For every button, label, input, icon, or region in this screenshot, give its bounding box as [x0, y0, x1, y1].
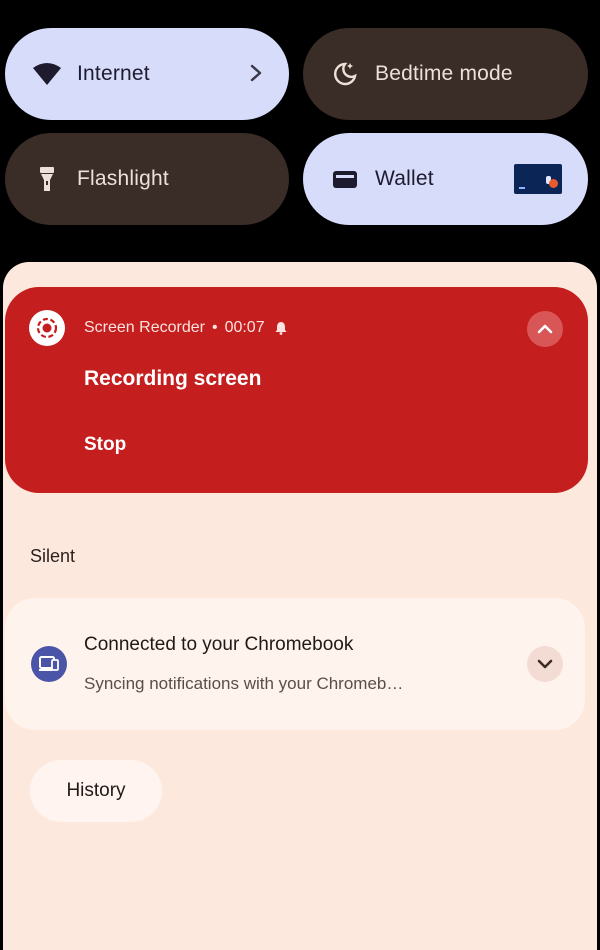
recorder-header: Screen Recorder • 00:07 — [84, 319, 288, 337]
chromebook-notification[interactable]: Connected to your Chromebook Syncing not… — [5, 598, 585, 730]
internet-tile-label: Internet — [77, 62, 150, 85]
chevron-right-icon — [249, 58, 263, 94]
flashlight-label: Flashlight — [77, 167, 169, 190]
internet-tile[interactable]: Internet — [5, 28, 289, 120]
chevron-up-icon — [537, 324, 553, 334]
payment-card-thumbnail[interactable] — [514, 164, 562, 194]
alert-bell-icon — [274, 321, 288, 335]
header-separator: • — [211, 319, 218, 336]
recording-title: Recording screen — [84, 367, 262, 390]
wallet-tile[interactable]: Wallet — [303, 133, 588, 225]
wifi-icon — [31, 58, 63, 90]
wallet-label: Wallet — [375, 167, 434, 190]
silent-section-header: Silent — [30, 546, 76, 566]
chevron-down-icon — [537, 659, 553, 669]
bedtime-mode-label: Bedtime mode — [375, 62, 513, 85]
notification-title: Connected to your Chromebook — [84, 634, 354, 655]
flashlight-tile[interactable]: Flashlight — [5, 133, 289, 225]
wallet-icon — [329, 163, 361, 195]
recording-elapsed-time: 00:07 — [224, 319, 265, 336]
bedtime-moon-icon — [329, 58, 361, 90]
flashlight-icon — [31, 163, 63, 195]
notification-text: Syncing notifications with your Chromeb… — [84, 674, 404, 693]
bedtime-mode-tile[interactable]: Bedtime mode — [303, 28, 588, 120]
collapse-notification-button[interactable] — [527, 311, 563, 347]
screen-record-icon — [29, 310, 65, 346]
laptop-icon — [31, 646, 67, 682]
recorder-app-name: Screen Recorder — [84, 319, 205, 336]
expand-notification-button[interactable] — [527, 646, 563, 682]
screen-recorder-notification[interactable]: Screen Recorder • 00:07 Recording screen… — [5, 287, 588, 493]
history-button[interactable]: History — [30, 760, 162, 822]
stop-recording-button[interactable]: Stop — [84, 434, 126, 456]
